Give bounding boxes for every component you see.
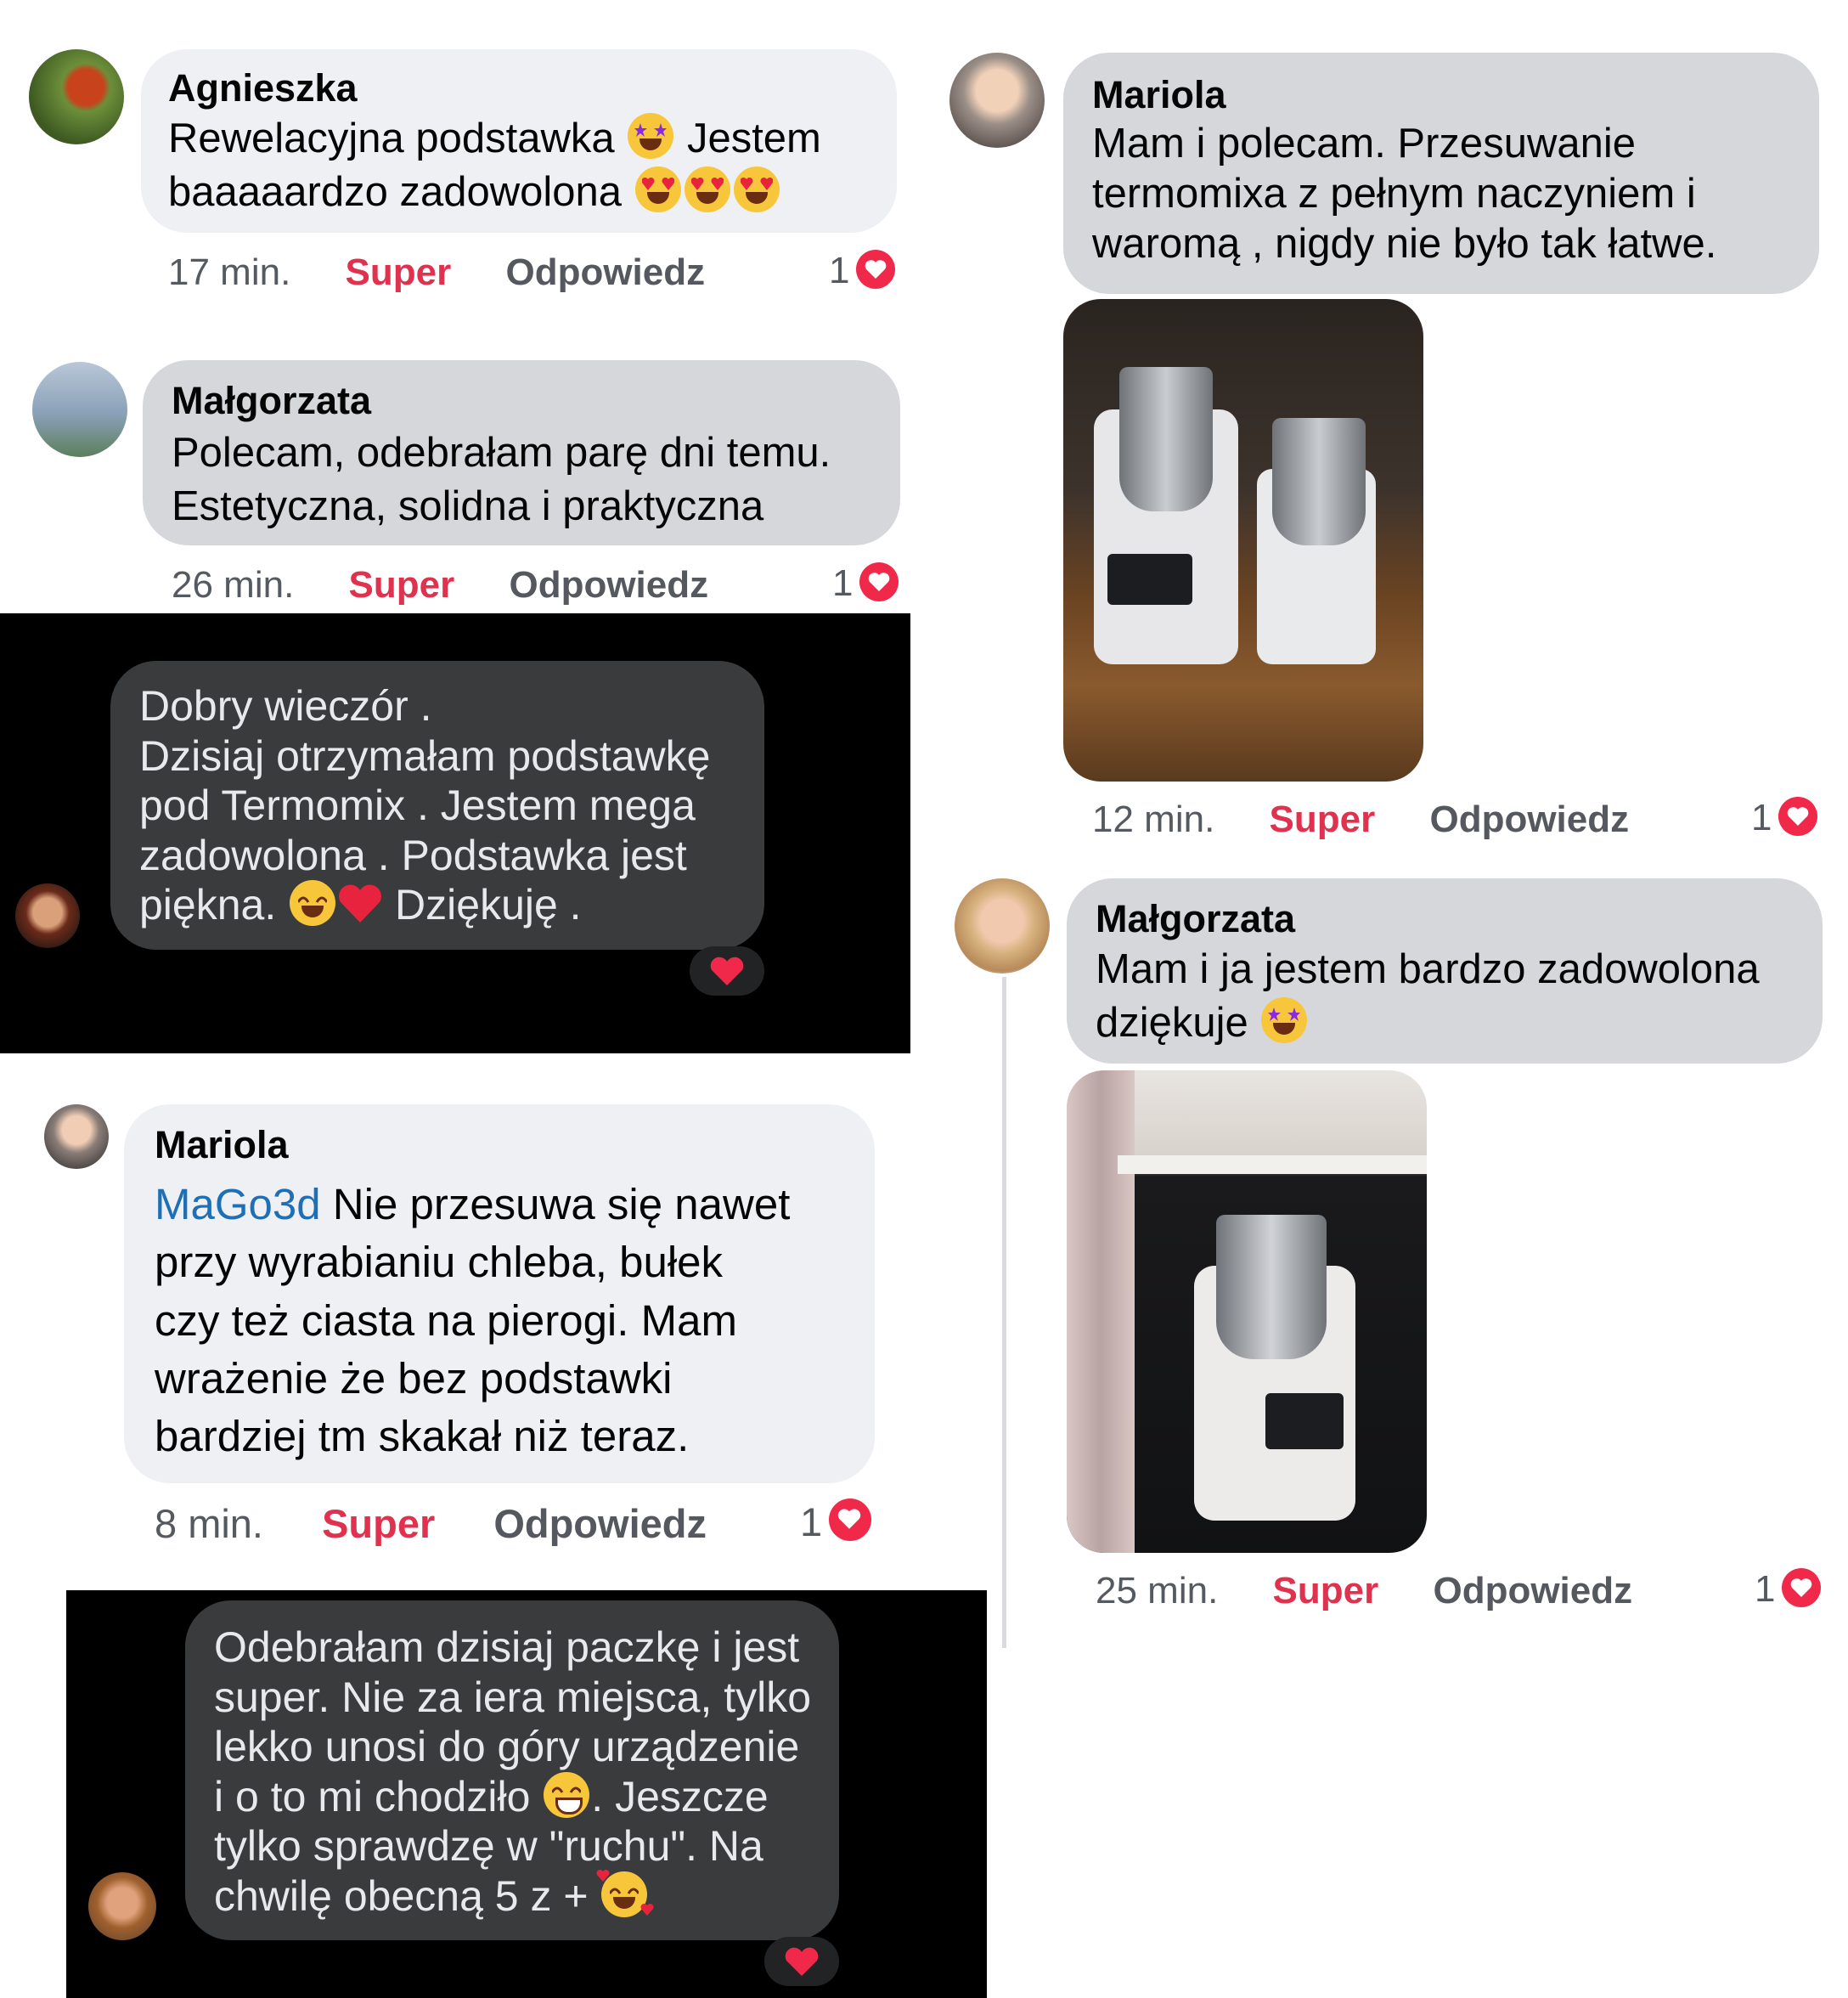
avatar[interactable] <box>949 53 1045 148</box>
curtain-shape <box>1067 1070 1135 1553</box>
timestamp[interactable]: 8 min. <box>155 1501 263 1546</box>
timestamp[interactable]: 12 min. <box>1092 799 1214 840</box>
reply-button[interactable]: Odpowiedz <box>505 251 705 293</box>
comment-author[interactable]: Małgorzata <box>172 379 371 423</box>
timestamp[interactable]: 26 min. <box>172 564 294 606</box>
reply-button[interactable]: Odpowiedz <box>493 1501 707 1546</box>
mention-link[interactable]: MaGo3d <box>155 1180 321 1228</box>
comment-actions: 17 min. Super Odpowiedz <box>168 251 705 294</box>
like-button[interactable]: Super <box>1273 1570 1379 1611</box>
appliance-bowl <box>1216 1215 1327 1359</box>
avatar[interactable] <box>88 1872 156 1940</box>
comment-actions: 12 min. Super Odpowiedz <box>1092 799 1629 841</box>
appliance-screen <box>1265 1393 1344 1449</box>
comment-text: Polecam, odebrałam parę dni temu. Estety… <box>172 430 831 529</box>
comment-text: Mam i ja jestem bardzo zadowolona dzięku… <box>1096 946 1760 1046</box>
thread-line <box>1002 977 1006 1648</box>
grinning-face-icon <box>544 1771 590 1818</box>
comment-author[interactable]: Mariola <box>155 1123 289 1167</box>
appliance-bowl <box>1119 367 1213 511</box>
reaction-count[interactable]: 1 <box>1751 797 1772 839</box>
reaction-count[interactable]: 1 <box>829 250 849 292</box>
reply-button[interactable]: Odpowiedz <box>509 564 708 606</box>
reaction-count[interactable]: 1 <box>1755 1568 1775 1611</box>
heart-reaction-pill[interactable] <box>764 1937 839 1986</box>
timestamp[interactable]: 25 min. <box>1096 1570 1218 1611</box>
smiling-face-with-hearts-icon <box>596 1869 654 1917</box>
comment-photo-thermomix-pair[interactable] <box>1063 299 1423 782</box>
heart-reaction-icon[interactable] <box>1782 1568 1821 1607</box>
comment-text: Mam i polecam. Przesuwanie termomixa z p… <box>1092 121 1717 267</box>
heart-reaction-icon[interactable] <box>856 250 895 289</box>
heart-eyes-icon <box>634 166 681 212</box>
comment-text: Rewelacyjna podstawka Jestem baaaaardzo … <box>168 112 821 218</box>
timestamp[interactable]: 17 min. <box>168 251 290 293</box>
star-struck-icon <box>628 113 674 159</box>
avatar[interactable] <box>44 1104 109 1169</box>
comment-author[interactable]: Agnieszka <box>168 66 358 110</box>
avatar[interactable] <box>29 49 124 144</box>
appliance-bowl <box>1272 418 1366 545</box>
reply-button[interactable]: Odpowiedz <box>1433 1570 1632 1611</box>
comment-text: Dobry wieczór . Dzisiaj otrzymałam podst… <box>139 682 711 928</box>
comment-author[interactable]: Małgorzata <box>1096 897 1295 941</box>
heart-reaction-icon[interactable] <box>829 1498 871 1541</box>
like-button[interactable]: Super <box>346 251 452 293</box>
like-button[interactable]: Super <box>322 1501 435 1546</box>
heart-reaction-pill[interactable] <box>690 946 764 996</box>
comment-actions: 25 min. Super Odpowiedz <box>1096 1570 1632 1612</box>
comment-author[interactable]: Mariola <box>1092 73 1226 117</box>
star-struck-icon <box>1261 996 1308 1043</box>
reaction-count[interactable]: 1 <box>832 562 853 605</box>
shelf-shape <box>1118 1155 1427 1174</box>
reaction-count[interactable]: 1 <box>800 1498 822 1545</box>
reply-button[interactable]: Odpowiedz <box>1429 799 1629 840</box>
comment-photo-thermomix-cabinet[interactable] <box>1067 1070 1427 1553</box>
comment-actions: 8 min. Super Odpowiedz <box>155 1500 707 1547</box>
appliance-screen <box>1107 554 1192 605</box>
heart-eyes-icon <box>733 166 780 212</box>
comment-text: MaGo3d Nie przesuwa się nawet przy wyrab… <box>155 1180 791 1461</box>
avatar[interactable] <box>955 878 1050 974</box>
red-heart-icon <box>339 884 382 923</box>
heart-reaction-icon[interactable] <box>859 562 899 601</box>
avatar[interactable] <box>32 362 127 457</box>
heart-eyes-icon <box>684 166 730 212</box>
heart-reaction-icon[interactable] <box>1778 797 1817 836</box>
smiling-face-icon <box>290 880 336 926</box>
avatar[interactable] <box>15 883 80 948</box>
like-button[interactable]: Super <box>1270 799 1376 840</box>
like-button[interactable]: Super <box>349 564 455 606</box>
comment-text: Odebrałam dzisiaj paczkę i jest super. N… <box>214 1623 812 1920</box>
comment-actions: 26 min. Super Odpowiedz <box>172 564 708 607</box>
